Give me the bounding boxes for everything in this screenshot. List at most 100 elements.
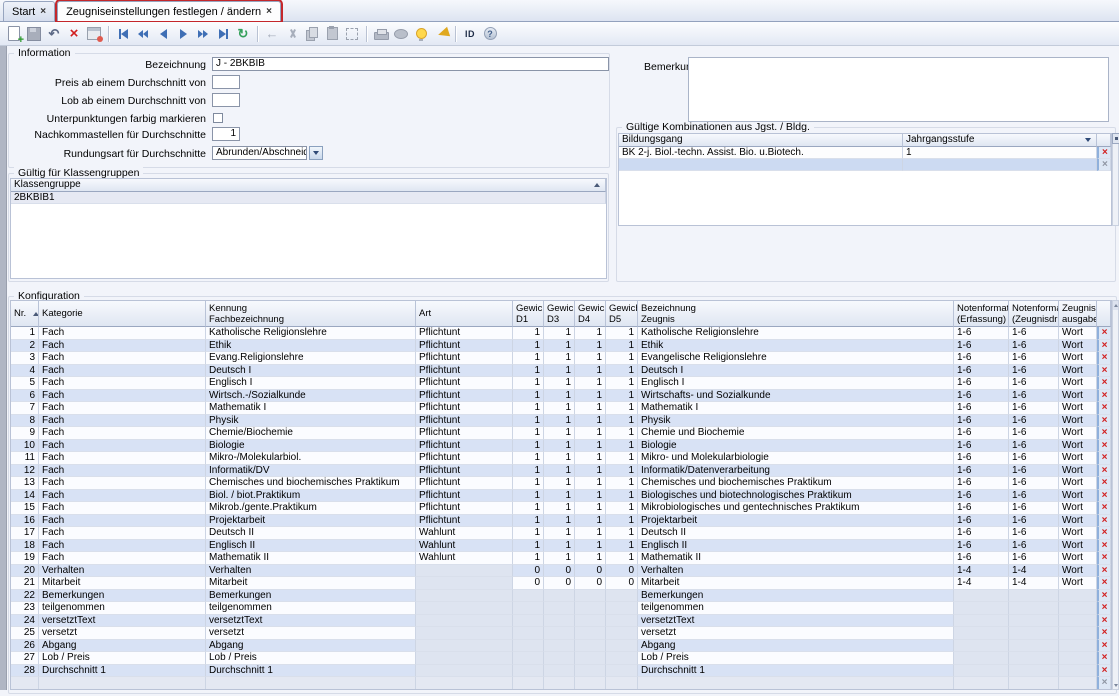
cell[interactable]: 1-6 [1009,515,1059,528]
cell[interactable]: 15 [11,502,39,515]
hint-button[interactable] [411,24,431,44]
cell[interactable]: 1 [903,147,1097,159]
delete-row-button[interactable]: × [1097,402,1111,415]
stamp-button[interactable] [391,24,411,44]
konfiguration-scrollbar[interactable] [1112,300,1119,690]
cell[interactable]: 0 [575,565,606,578]
cell[interactable]: 1 [544,527,575,540]
cell[interactable]: 28 [11,665,39,678]
cell[interactable]: 6 [11,390,39,403]
cell[interactable]: 1 [606,327,638,340]
cell[interactable]: Pflichtunt [416,365,513,378]
cell[interactable]: 1 [606,340,638,353]
cell[interactable]: 19 [11,552,39,565]
cell[interactable]: Fach [39,452,206,465]
cell[interactable]: Mikrobiologisches und gentechnisches Pra… [638,502,954,515]
cell[interactable]: 1 [11,327,39,340]
cell[interactable]: 2 [11,340,39,353]
cell[interactable]: 1 [606,440,638,453]
cell[interactable]: versetztText [638,615,954,628]
cell[interactable]: 2BKBIB1 [11,192,606,204]
save-button[interactable] [24,24,44,44]
cell[interactable]: Deutsch II [638,527,954,540]
column-header[interactable]: Notenformat(Zeugnisdruck) [1009,301,1059,327]
cell[interactable] [606,652,638,665]
cell[interactable]: 1 [513,402,544,415]
cell[interactable] [638,677,954,690]
cell[interactable] [206,677,416,690]
cell[interactable]: Katholische Religionslehre [206,327,416,340]
cell[interactable]: 1-6 [1009,327,1059,340]
cell[interactable]: Pflichtunt [416,415,513,428]
cell[interactable] [1009,665,1059,678]
cell[interactable]: Deutsch I [206,365,416,378]
notification-button[interactable] [431,24,451,44]
cell[interactable] [954,652,1009,665]
cell[interactable]: Durchschnitt 1 [39,665,206,678]
delete-row-button[interactable]: × [1097,627,1111,640]
delete-row-button[interactable]: × [1097,602,1111,615]
cell[interactable]: 17 [11,527,39,540]
previous-record-button[interactable] [153,24,173,44]
cell[interactable]: 1-6 [1009,402,1059,415]
cell[interactable]: 1 [575,465,606,478]
cell[interactable]: 1 [575,415,606,428]
column-header[interactable]: BezeichnungZeugnis [638,301,954,327]
column-header[interactable]: GewichtD1 [513,301,544,327]
cell[interactable]: 1-6 [954,440,1009,453]
cell[interactable]: Wort [1059,352,1097,365]
delete-row-button[interactable]: × [1097,477,1111,490]
cell[interactable]: 1 [544,377,575,390]
cell[interactable]: 14 [11,490,39,503]
cell[interactable] [1009,640,1059,653]
cell[interactable]: 1-6 [1009,377,1059,390]
cell[interactable]: 1 [575,340,606,353]
cell[interactable]: Wort [1059,365,1097,378]
cell[interactable]: 1 [513,415,544,428]
cell[interactable]: Wort [1059,490,1097,503]
cell[interactable]: Fach [39,377,206,390]
cell[interactable]: 1 [544,552,575,565]
cell[interactable]: Wahlunt [416,540,513,553]
cell[interactable]: 1 [575,527,606,540]
cell[interactable]: 1-4 [1009,565,1059,578]
column-header[interactable]: GewichtD5 [606,301,638,327]
delete-row-button[interactable]: × [1097,415,1111,428]
cell[interactable]: Wirtsch.-/Sozialkunde [206,390,416,403]
cell[interactable]: 26 [11,640,39,653]
delete-row-button[interactable]: × [1097,527,1111,540]
cell[interactable]: Mikro- und Molekularbiologie [638,452,954,465]
cell[interactable]: 1 [575,352,606,365]
cell[interactable] [544,627,575,640]
cell[interactable]: Fach [39,390,206,403]
cell[interactable]: Wort [1059,327,1097,340]
cell[interactable]: 1 [544,340,575,353]
cell[interactable]: 1-6 [1009,465,1059,478]
scroll-up-button[interactable] [1113,301,1118,310]
cell[interactable]: Lob / Preis [638,652,954,665]
paste-button[interactable] [322,24,342,44]
cell[interactable]: 1-6 [1009,415,1059,428]
cell[interactable]: 1 [606,540,638,553]
cell[interactable] [606,627,638,640]
cell[interactable]: 1 [513,327,544,340]
cell[interactable] [544,590,575,603]
cell[interactable]: Mitarbeit [39,577,206,590]
cell[interactable]: teilgenommen [638,602,954,615]
cell[interactable] [513,627,544,640]
cell[interactable]: Fach [39,440,206,453]
cell[interactable]: 0 [513,577,544,590]
cell[interactable]: 1-6 [954,415,1009,428]
cell[interactable]: 1 [544,502,575,515]
cell[interactable]: Mathematik I [638,402,954,415]
cell[interactable]: 1 [575,390,606,403]
select-region-button[interactable] [342,24,362,44]
cell[interactable] [619,159,903,171]
bemerkung-textarea[interactable] [688,57,1109,122]
cell[interactable] [416,677,513,690]
cell[interactable]: 1-6 [1009,502,1059,515]
cell[interactable]: Fach [39,340,206,353]
cell[interactable]: 1 [606,377,638,390]
cell[interactable]: 1 [513,465,544,478]
cell[interactable] [575,652,606,665]
